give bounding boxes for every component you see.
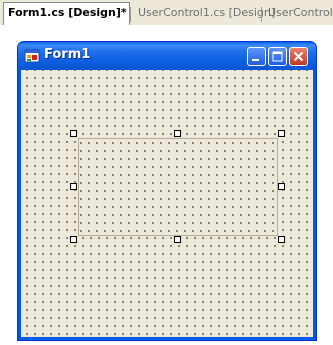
tab-separator [261, 7, 262, 22]
maximize-button[interactable] [268, 47, 287, 66]
user-control-surface[interactable] [78, 138, 278, 236]
form-window[interactable]: Form1 [17, 41, 317, 341]
form-titlebar[interactable]: Form1 [18, 42, 316, 70]
form-title: Form1 [44, 47, 91, 62]
form-client-area[interactable] [21, 70, 313, 337]
resize-handle-nw[interactable] [70, 130, 77, 137]
user-control-selected[interactable] [74, 134, 282, 240]
resize-handle-se[interactable] [278, 236, 285, 243]
close-button[interactable] [289, 47, 308, 66]
tab-form1-design[interactable]: Form1.cs [Design]* [3, 2, 130, 25]
resize-handle-w[interactable] [70, 183, 77, 190]
maximize-icon [272, 51, 283, 62]
tab-usercontrol1-design[interactable]: UserControl1.cs [Design] [134, 3, 275, 25]
resize-handle-ne[interactable] [278, 130, 285, 137]
designer-surface[interactable]: Form1 [0, 27, 333, 345]
form-app-icon [24, 48, 40, 64]
resize-handle-n[interactable] [174, 130, 181, 137]
minimize-button[interactable] [247, 47, 266, 66]
tab-usercontrol1[interactable]: UserControl1 [264, 3, 333, 25]
close-icon [293, 51, 304, 62]
minimize-icon [252, 59, 259, 61]
tab-separator [130, 7, 131, 22]
document-tab-strip: Form1.cs [Design]* UserControl1.cs [Desi… [0, 0, 333, 27]
resize-handle-s[interactable] [174, 236, 181, 243]
resize-handle-sw[interactable] [70, 236, 77, 243]
resize-handle-e[interactable] [278, 183, 285, 190]
